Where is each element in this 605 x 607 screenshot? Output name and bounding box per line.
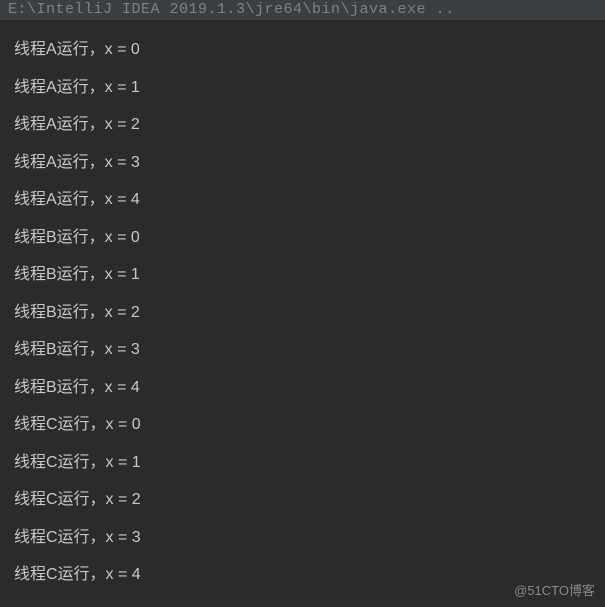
output-line: 线程C运行，x = 3: [14, 519, 605, 557]
output-line: 线程A运行，x = 1: [14, 69, 605, 107]
execution-header: E:\IntelliJ IDEA 2019.1.3\jre64\bin\java…: [0, 0, 605, 20]
output-line: 线程A运行，x = 3: [14, 144, 605, 182]
watermark-text: @51CTO博客: [514, 583, 595, 598]
output-line: 线程B运行，x = 2: [14, 294, 605, 332]
output-line: 线程B运行，x = 4: [14, 369, 605, 407]
output-line: 线程B运行，x = 0: [14, 219, 605, 257]
output-line: 线程C运行，x = 0: [14, 406, 605, 444]
output-line: 线程A运行，x = 2: [14, 106, 605, 144]
output-line: 线程C运行，x = 2: [14, 481, 605, 519]
output-line: 线程A运行，x = 4: [14, 181, 605, 219]
console-output-panel: 线程A运行，x = 0 线程A运行，x = 1 线程A运行，x = 2 线程A运…: [0, 20, 605, 594]
java-executable-path: E:\IntelliJ IDEA 2019.1.3\jre64\bin\java…: [8, 1, 455, 18]
output-line: 线程B运行，x = 1: [14, 256, 605, 294]
output-line: 线程B运行，x = 3: [14, 331, 605, 369]
output-line: 线程C运行，x = 1: [14, 444, 605, 482]
watermark: @51CTO博客: [514, 580, 595, 599]
output-line: 线程A运行，x = 0: [14, 31, 605, 69]
